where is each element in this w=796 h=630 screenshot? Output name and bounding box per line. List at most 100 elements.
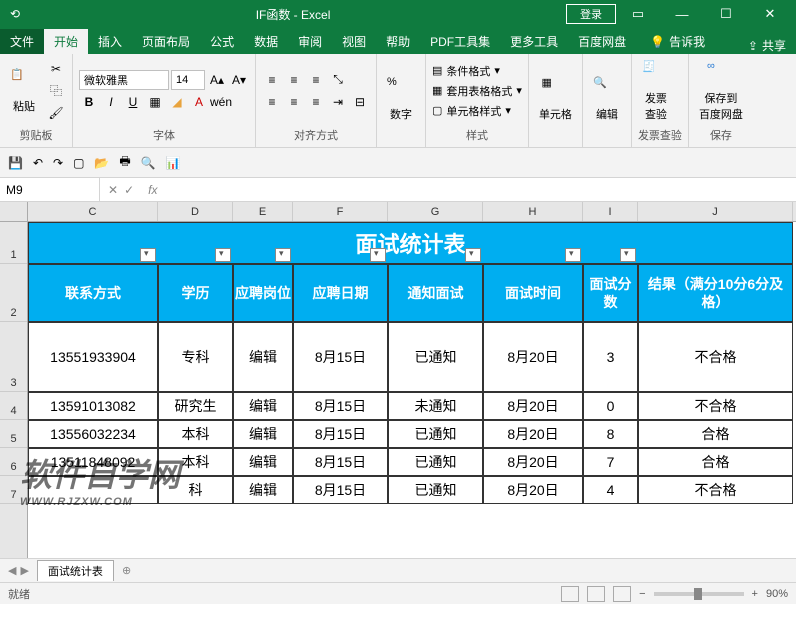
tab-review[interactable]: 审阅 — [288, 29, 332, 54]
zoom-slider[interactable] — [654, 592, 744, 596]
table-cell[interactable]: 已通知 — [388, 420, 483, 448]
undo-icon[interactable]: ↶ — [33, 156, 43, 170]
fill-color-button[interactable]: ◢ — [167, 92, 187, 112]
bold-button[interactable]: B — [79, 92, 99, 112]
table-cell[interactable]: 8月15日 — [293, 476, 388, 504]
cancel-formula-icon[interactable]: ✕ — [108, 183, 118, 197]
zoom-out-button[interactable]: − — [639, 588, 645, 600]
table-cell[interactable]: 7 — [583, 448, 638, 476]
open-icon[interactable]: 📂 — [94, 156, 109, 170]
table-cell[interactable]: 本科 — [158, 420, 233, 448]
table-cell[interactable]: 13591013082 — [28, 392, 158, 420]
align-right-button[interactable]: ≡ — [306, 92, 326, 112]
close-button[interactable]: ✕ — [748, 2, 792, 26]
fx-icon[interactable]: fx — [142, 183, 163, 197]
merge-button[interactable]: ⊟ — [350, 92, 370, 112]
cut-button[interactable]: ✂ — [46, 59, 66, 79]
tab-file[interactable]: 文件 — [0, 29, 44, 54]
font-size-select[interactable] — [171, 70, 205, 90]
decrease-font-button[interactable]: A▾ — [229, 70, 249, 90]
table-cell[interactable]: 8月20日 — [483, 392, 583, 420]
border-button[interactable]: ▦ — [145, 92, 165, 112]
preview-icon[interactable]: 🔍 — [141, 156, 156, 170]
table-cell[interactable]: 不合格 — [638, 476, 793, 504]
sheet-nav-next[interactable]: ▶ — [20, 564, 28, 577]
invoice-button[interactable]: 🧾 发票 查验 — [638, 60, 674, 122]
col-header-G[interactable]: G — [388, 202, 483, 221]
table-cell[interactable]: 8月15日 — [293, 392, 388, 420]
table-header[interactable]: 通知面试 — [388, 264, 483, 322]
col-header-D[interactable]: D — [158, 202, 233, 221]
table-cell[interactable]: 编辑 — [233, 420, 293, 448]
tab-baidu[interactable]: 百度网盘 — [568, 29, 636, 54]
redo-icon[interactable]: ↷ — [53, 156, 63, 170]
table-cell[interactable]: 编辑 — [233, 448, 293, 476]
table-cell[interactable]: 已通知 — [388, 322, 483, 392]
table-cell[interactable]: 已通知 — [388, 476, 483, 504]
table-cell[interactable]: 8月20日 — [483, 322, 583, 392]
tab-more[interactable]: 更多工具 — [500, 29, 568, 54]
table-cell[interactable]: 0 — [583, 392, 638, 420]
sheet-tab-active[interactable]: 面试统计表 — [37, 560, 114, 581]
align-left-button[interactable]: ≡ — [262, 92, 282, 112]
align-middle-button[interactable]: ≡ — [284, 70, 304, 90]
row-header-6[interactable]: 6 — [0, 448, 27, 476]
phonetic-button[interactable]: wén — [211, 92, 231, 112]
tab-help[interactable]: 帮助 — [376, 29, 420, 54]
table-header[interactable]: 联系方式 — [28, 264, 158, 322]
table-cell[interactable]: 不合格 — [638, 322, 793, 392]
minimize-button[interactable]: — — [660, 2, 704, 26]
chart-icon[interactable]: 📊 — [166, 156, 181, 170]
login-button[interactable]: 登录 — [566, 4, 616, 24]
table-cell[interactable]: 13511848092 — [28, 448, 158, 476]
filter-dropdown[interactable] — [620, 248, 636, 262]
tab-formula[interactable]: 公式 — [200, 29, 244, 54]
row-header-5[interactable]: 5 — [0, 420, 27, 448]
table-cell[interactable]: 8月20日 — [483, 448, 583, 476]
table-cell[interactable]: 合格 — [638, 420, 793, 448]
zoom-thumb[interactable] — [694, 588, 702, 600]
table-cell[interactable]: 已通知 — [388, 448, 483, 476]
underline-button[interactable]: U — [123, 92, 143, 112]
filter-dropdown[interactable] — [275, 248, 291, 262]
format-table-button[interactable]: ▦套用表格格式▾ — [432, 82, 522, 100]
table-header[interactable]: 应聘岗位 — [233, 264, 293, 322]
orientation-button[interactable]: ⤡ — [328, 70, 348, 90]
name-box[interactable]: M9 — [0, 178, 100, 201]
conditional-format-button[interactable]: ▤条件格式▾ — [432, 62, 522, 80]
ribbon-display-button[interactable]: ▭ — [616, 2, 660, 26]
table-cell[interactable]: 4 — [583, 476, 638, 504]
align-top-button[interactable]: ≡ — [262, 70, 282, 90]
table-cell[interactable]: 编辑 — [233, 322, 293, 392]
table-cell[interactable]: 3 — [583, 322, 638, 392]
table-header[interactable]: 面试时间 — [483, 264, 583, 322]
table-cell[interactable]: 不合格 — [638, 392, 793, 420]
row-header-3[interactable]: 3 — [0, 322, 27, 392]
cells-area[interactable]: 面试统计表联系方式学历应聘岗位应聘日期通知面试面试时间面试分数结果（满分10分6… — [28, 222, 796, 558]
align-bottom-button[interactable]: ≡ — [306, 70, 326, 90]
number-format-button[interactable]: % 数字 — [383, 76, 419, 122]
table-cell[interactable]: 8月15日 — [293, 322, 388, 392]
table-cell[interactable]: 未通知 — [388, 392, 483, 420]
align-center-button[interactable]: ≡ — [284, 92, 304, 112]
increase-font-button[interactable]: A▴ — [207, 70, 227, 90]
row-header-7[interactable]: 7 — [0, 476, 27, 504]
table-cell[interactable]: 合格 — [638, 448, 793, 476]
add-sheet-button[interactable]: ⊕ — [122, 564, 131, 577]
table-cell[interactable]: 专科 — [158, 322, 233, 392]
table-cell[interactable]: 编辑 — [233, 392, 293, 420]
table-cell[interactable]: 8月15日 — [293, 420, 388, 448]
new-icon[interactable]: ▢ — [73, 156, 84, 170]
filter-dropdown[interactable] — [465, 248, 481, 262]
table-cell[interactable]: 8 — [583, 420, 638, 448]
tellme[interactable]: 💡告诉我 — [640, 29, 715, 54]
print-icon[interactable]: 🖶 — [119, 152, 130, 173]
table-header[interactable]: 结果（满分10分6分及格） — [638, 264, 793, 322]
tab-home[interactable]: 开始 — [44, 29, 88, 54]
col-header-C[interactable]: C — [28, 202, 158, 221]
zoom-in-button[interactable]: + — [752, 588, 758, 600]
tab-insert[interactable]: 插入 — [88, 29, 132, 54]
table-cell[interactable]: 8月20日 — [483, 476, 583, 504]
view-pagebreak-button[interactable] — [613, 586, 631, 602]
table-cell[interactable]: 13556032234 — [28, 420, 158, 448]
